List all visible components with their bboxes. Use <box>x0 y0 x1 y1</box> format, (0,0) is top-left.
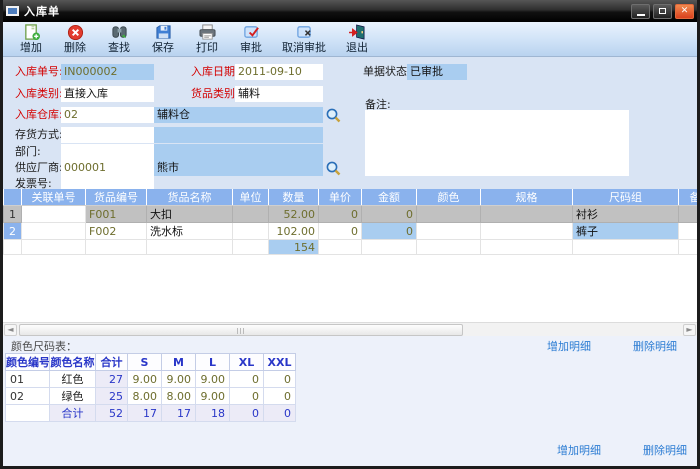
qty-total: 154 <box>269 240 319 255</box>
supplier-name-field[interactable]: 熊市 <box>154 160 323 176</box>
row-number[interactable]: 1 <box>4 206 22 223</box>
toolbar: 增加 删除 查找 保存 打印 审批 取消审批 退出 <box>3 22 697 57</box>
warehouse-name-field[interactable]: 辅料仓 <box>154 107 323 123</box>
department-label: 部门: <box>15 144 41 160</box>
status-field: 已审批 <box>407 64 467 80</box>
find-button[interactable]: 查找 <box>97 24 141 56</box>
close-button[interactable]: ✕ <box>675 4 694 19</box>
exit-button[interactable]: 退出 <box>335 24 379 56</box>
maximize-button[interactable] <box>653 4 672 19</box>
approve-icon <box>242 24 261 41</box>
bill-no-label: 入库单号: <box>15 64 63 80</box>
cs-col-l: L <box>196 354 230 371</box>
scroll-left-icon[interactable]: ◄ <box>4 324 17 336</box>
delete-detail-link[interactable]: 删除明细 <box>633 338 677 354</box>
delete-button[interactable]: 删除 <box>53 24 97 56</box>
storage-name-field[interactable] <box>154 127 323 143</box>
exit-icon <box>348 24 367 41</box>
cs-col-m: M <box>162 354 196 371</box>
grid-total-row: 154 <box>4 240 698 255</box>
approve-button[interactable]: 审批 <box>229 24 273 56</box>
col-price[interactable]: 单价 <box>319 189 362 206</box>
warehouse-label: 入库仓库: <box>15 107 63 123</box>
supplier-label: 供应厂商: <box>15 160 63 176</box>
cs-col-xl: XL <box>230 354 264 371</box>
color-size-table-label: 颜色尺码表： <box>11 340 77 353</box>
print-icon <box>198 24 217 41</box>
window-title: 入库单 <box>24 3 60 19</box>
department-field[interactable] <box>61 144 154 160</box>
category-label: 入库类别: <box>15 86 63 102</box>
col-size-group[interactable]: 尺码组 <box>573 189 679 206</box>
delete-detail-link-bottom[interactable]: 删除明细 <box>643 442 687 458</box>
bill-date-field[interactable]: 2011-09-10 <box>235 64 323 80</box>
storage-field[interactable] <box>61 127 154 143</box>
cs-col-total: 合计 <box>96 354 128 371</box>
color-size-panel: 颜色尺码表： 增加明细 删除明细 颜色编号 颜色名称 合计 S M L XL X… <box>3 336 697 466</box>
table-row[interactable]: 1 F001 大扣 52.00 0 0 衬衫 <box>4 206 698 223</box>
col-unit[interactable]: 单位 <box>233 189 269 206</box>
find-icon <box>110 24 129 41</box>
col-remark[interactable]: 备注 <box>679 189 698 206</box>
save-icon <box>154 24 173 41</box>
col-amount[interactable]: 金额 <box>362 189 417 206</box>
scroll-right-icon[interactable]: ► <box>683 324 696 336</box>
goods-category-field[interactable]: 辅料 <box>235 86 323 102</box>
warehouse-code-field[interactable]: 02 <box>61 107 154 123</box>
delete-icon <box>66 24 85 41</box>
goods-category-label: 货品类别: <box>191 86 239 102</box>
horizontal-scrollbar[interactable]: ◄ ► <box>3 322 697 336</box>
bill-no-field[interactable]: IN000002 <box>61 64 154 80</box>
grid-header-row: 关联单号 货品编号 货品名称 单位 数量 单价 金额 颜色 规格 尺码组 备注 <box>4 189 698 206</box>
col-goods-code[interactable]: 货品编号 <box>86 189 147 206</box>
department-name-field[interactable] <box>154 144 323 160</box>
add-detail-link[interactable]: 增加明细 <box>547 338 591 354</box>
window-icon <box>6 6 19 16</box>
stock-in-window: 入库单 ✕ 增加 删除 查找 保存 打印 审批 <box>0 0 700 469</box>
col-qty[interactable]: 数量 <box>269 189 319 206</box>
color-size-table: 颜色编号 颜色名称 合计 S M L XL XXL 01 红色 27 9.00 … <box>5 353 296 422</box>
grid-corner <box>4 189 22 206</box>
cs-col-s: S <box>128 354 162 371</box>
storage-label: 存货方式: <box>15 127 63 143</box>
cancel-approve-button[interactable]: 取消审批 <box>273 24 335 56</box>
cs-col-color-code: 颜色编号 <box>6 354 50 371</box>
save-button[interactable]: 保存 <box>141 24 185 56</box>
col-related-no[interactable]: 关联单号 <box>22 189 86 206</box>
minimize-button[interactable] <box>631 4 650 19</box>
cs-col-color-name: 颜色名称 <box>50 354 96 371</box>
scrollbar-thumb[interactable] <box>19 324 463 336</box>
warehouse-search-icon[interactable] <box>325 107 342 123</box>
col-goods-name[interactable]: 货品名称 <box>147 189 233 206</box>
print-button[interactable]: 打印 <box>185 24 229 56</box>
supplier-search-icon[interactable] <box>325 160 342 176</box>
cancel-approve-icon <box>295 24 314 41</box>
add-button[interactable]: 增加 <box>9 24 53 56</box>
col-spec[interactable]: 规格 <box>481 189 573 206</box>
supplier-code-field[interactable]: 000001 <box>61 160 154 176</box>
col-color[interactable]: 颜色 <box>417 189 481 206</box>
cs-col-xxl: XXL <box>264 354 296 371</box>
bill-date-label: 入库日期: <box>191 64 239 80</box>
table-row[interactable]: 2 F002 洗水标 102.00 0 0 裤子 <box>4 223 698 240</box>
form-panel: 入库单号: IN000002 入库日期: 2011-09-10 单据状态: 已审… <box>3 57 697 189</box>
category-field[interactable]: 直接入库 <box>61 86 154 102</box>
remark-textarea[interactable] <box>365 110 629 176</box>
cs-total-row: 合计 52 17 17 18 0 0 <box>6 405 296 422</box>
row-number[interactable]: 2 <box>4 223 22 240</box>
detail-grid: 关联单号 货品编号 货品名称 单位 数量 单价 金额 颜色 规格 尺码组 备注 … <box>3 189 697 322</box>
titlebar: 入库单 ✕ <box>0 0 700 22</box>
add-detail-link-bottom[interactable]: 增加明细 <box>557 442 601 458</box>
cs-row[interactable]: 02 绿色 25 8.00 8.00 9.00 0 0 <box>6 388 296 405</box>
add-icon <box>22 24 41 41</box>
cs-row[interactable]: 01 红色 27 9.00 9.00 9.00 0 0 <box>6 371 296 388</box>
cs-header-row: 颜色编号 颜色名称 合计 S M L XL XXL <box>6 354 296 371</box>
status-label: 单据状态: <box>363 64 411 80</box>
